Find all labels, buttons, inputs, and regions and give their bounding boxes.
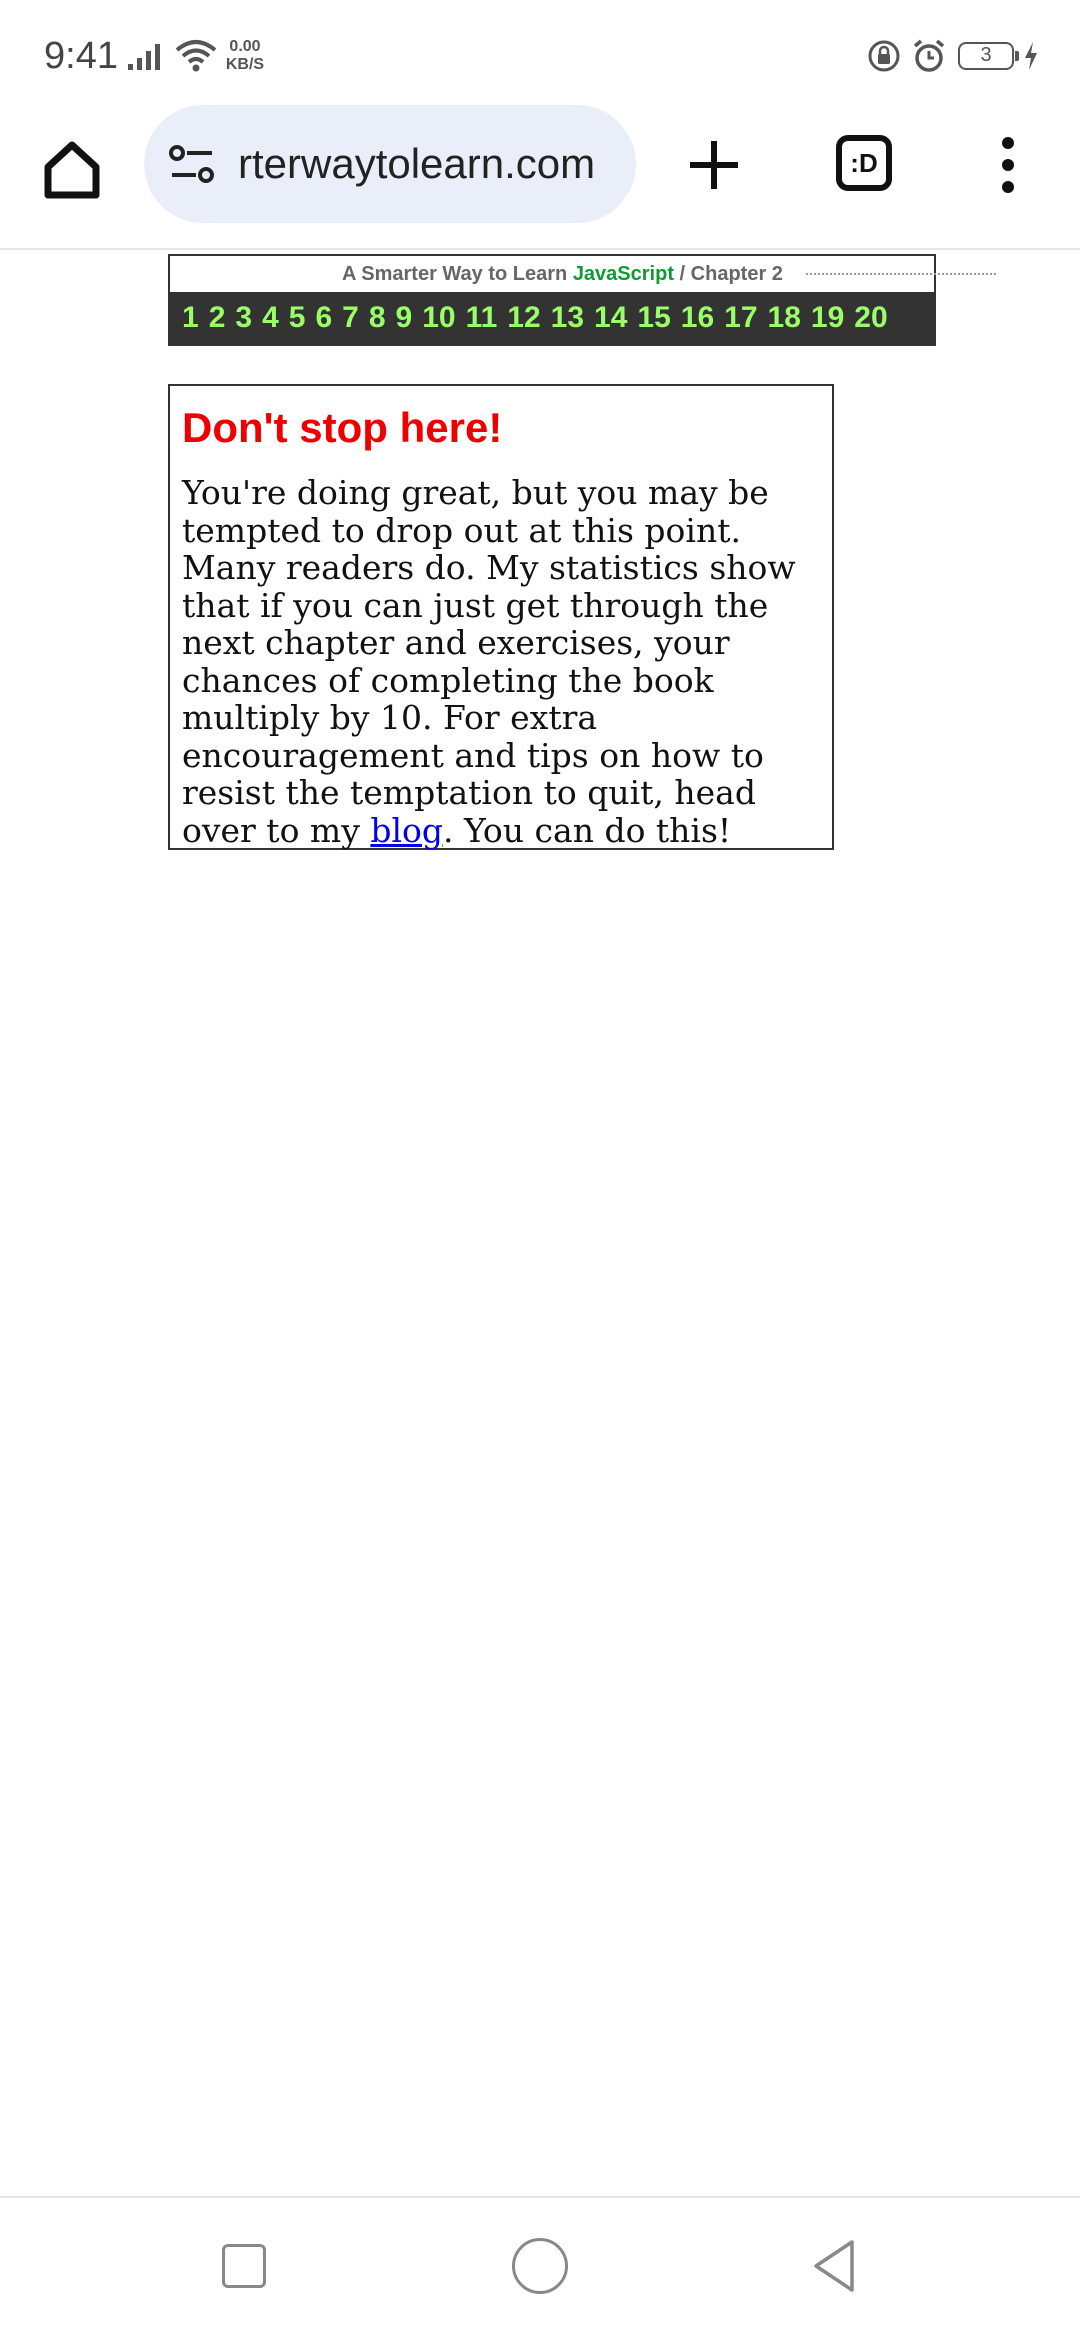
charging-icon	[1025, 42, 1037, 70]
screen: 9:41 0.00 KB/S 3 rterwaytolearn.com:D A…	[0, 0, 1080, 2340]
wifi-icon	[175, 40, 217, 72]
status-left-icons	[126, 36, 218, 76]
url-text[interactable]: rterwaytolearn.com	[238, 135, 628, 193]
home-icon[interactable]	[36, 133, 108, 205]
chapter-link-15[interactable]: 15	[637, 292, 670, 344]
chapter-link-20[interactable]: 20	[854, 292, 887, 344]
blog-link[interactable]: blog	[370, 811, 443, 850]
dotted-divider	[806, 273, 996, 275]
chapter-link-13[interactable]: 13	[551, 292, 584, 344]
book-title-language: JavaScript	[572, 263, 674, 285]
chapter-link-2[interactable]: 2	[209, 292, 226, 344]
chapter-link-1[interactable]: 1	[182, 292, 199, 344]
more-vert-icon[interactable]	[990, 135, 1026, 195]
chapter-link-16[interactable]: 16	[681, 292, 714, 344]
book-header: A Smarter Way to Learn JavaScript / Chap…	[168, 254, 996, 346]
chapter-nav: 1 2 3 4 5 6 7 8 9 10 11 12 13 14 15 16 1…	[170, 292, 934, 344]
chapter-link-17[interactable]: 17	[724, 292, 757, 344]
status-bar: 9:41 0.00 KB/S 3	[0, 0, 1080, 105]
tabs-button[interactable]: :D	[836, 135, 892, 191]
url-bar[interactable]: rterwaytolearn.com	[144, 105, 636, 223]
signal-icon	[128, 44, 160, 70]
chapter-link-4[interactable]: 4	[262, 292, 279, 344]
chapter-link-18[interactable]: 18	[768, 292, 801, 344]
rotation-lock-icon	[868, 40, 900, 72]
battery-icon: 3	[958, 42, 1019, 70]
notice-body: You're doing great, but you may be tempt…	[182, 474, 820, 849]
circle-icon[interactable]	[512, 2238, 568, 2294]
notice-text-after-link: . You can do this!	[443, 810, 732, 850]
network-speed-value: 0.00	[229, 38, 261, 55]
triangle-back-icon[interactable]	[808, 2236, 858, 2296]
network-speed: 0.00 KB/S	[222, 38, 268, 74]
system-nav-bar	[0, 2196, 1080, 2340]
chapter-link-10[interactable]: 10	[422, 292, 455, 344]
chapter-link-5[interactable]: 5	[289, 292, 306, 344]
chapter-link-11[interactable]: 11	[466, 292, 498, 344]
encouragement-notice: Don't stop here! You're doing great, but…	[168, 384, 834, 850]
notice-heading: Don't stop here!	[182, 404, 503, 451]
book-title-separator: /	[673, 263, 691, 285]
square-icon[interactable]	[222, 2244, 266, 2288]
chapter-link-12[interactable]: 12	[507, 292, 540, 344]
chapter-link-7[interactable]: 7	[342, 292, 359, 344]
status-right-icons: 3	[866, 36, 1040, 76]
book-title[interactable]: A Smarter Way to Learn JavaScript / Chap…	[170, 256, 996, 292]
chapter-link-3[interactable]: 3	[235, 292, 252, 344]
chapter-link-19[interactable]: 19	[811, 292, 844, 344]
chapter-link-6[interactable]: 6	[315, 292, 332, 344]
status-time: 9:41	[44, 35, 118, 77]
plus-icon[interactable]	[684, 135, 744, 195]
chapter-link-8[interactable]: 8	[369, 292, 386, 344]
tune-icon[interactable]	[168, 143, 216, 185]
browser-toolbar: rterwaytolearn.com :D	[0, 105, 1080, 250]
chapter-link-14[interactable]: 14	[594, 292, 627, 344]
book-title-prefix: A Smarter Way to Learn	[342, 263, 573, 285]
chapter-link-9[interactable]: 9	[396, 292, 413, 344]
book-title-chapter: Chapter 2	[690, 263, 783, 285]
notice-text-before-link: You're doing great, but you may be tempt…	[182, 473, 796, 850]
network-speed-unit: KB/S	[225, 56, 265, 73]
alarm-icon	[913, 39, 945, 72]
